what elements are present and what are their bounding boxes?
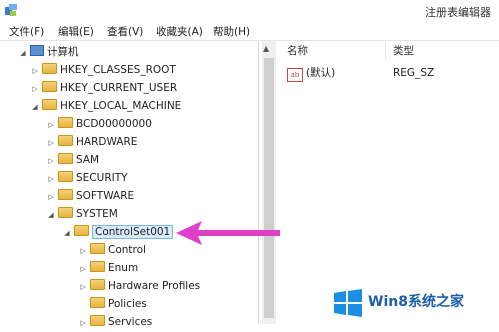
- tree-item-label: SOFTWARE: [76, 190, 135, 202]
- menu-help[interactable]: 帮助(H): [213, 24, 250, 39]
- tree-item-label: SAM: [76, 154, 100, 166]
- tree-item-controlset001[interactable]: ◢ ControlSet001: [62, 223, 174, 242]
- scrollbar-thumb[interactable]: [264, 58, 274, 318]
- tree-item-label: 计算机: [47, 46, 79, 58]
- tree-item-software[interactable]: ▷ SOFTWARE: [46, 187, 134, 205]
- tree-item-label: HARDWARE: [76, 136, 138, 148]
- value-row[interactable]: ab (默认): [287, 64, 335, 82]
- tree-item-label-selected: ControlSet001: [92, 225, 174, 239]
- tree-item-hardware[interactable]: ▷ HARDWARE: [46, 133, 137, 151]
- collapse-icon[interactable]: ◢: [46, 206, 56, 224]
- reg-sz-icon: ab: [287, 68, 303, 82]
- expand-icon[interactable]: ▷: [46, 116, 56, 134]
- pointer-arrow-icon: [176, 221, 280, 245]
- collapse-icon[interactable]: ◢: [18, 44, 28, 62]
- folder-icon: [58, 207, 73, 218]
- folder-icon: [58, 189, 73, 200]
- column-header-type[interactable]: 类型: [393, 43, 414, 61]
- scroll-up-icon[interactable]: ▲: [263, 44, 269, 53]
- expand-icon[interactable]: ▷: [46, 170, 56, 188]
- folder-icon: [58, 117, 73, 128]
- tree-item-label: SECURITY: [76, 172, 128, 184]
- regedit-app-icon[interactable]: [4, 3, 18, 17]
- tree-item-system[interactable]: ◢ SYSTEM: [46, 205, 118, 223]
- folder-icon: [58, 153, 73, 164]
- menu-edit[interactable]: 编辑(E): [58, 24, 94, 39]
- tree-item-label: Services: [108, 316, 153, 328]
- column-header-name[interactable]: 名称: [287, 43, 308, 61]
- expand-icon[interactable]: ▷: [30, 62, 40, 80]
- tree-item-bcd00000000[interactable]: ▷ BCD00000000: [46, 115, 152, 133]
- tree-item-label: HKEY_LOCAL_MACHINE: [60, 100, 182, 112]
- collapse-icon[interactable]: ◢: [62, 224, 72, 242]
- tree-item-label: HKEY_CLASSES_ROOT: [60, 64, 176, 76]
- folder-icon: [90, 261, 105, 272]
- collapse-icon[interactable]: ◢: [30, 98, 40, 116]
- expand-icon[interactable]: ▷: [30, 80, 40, 98]
- tree-item-security[interactable]: ▷ SECURITY: [46, 169, 128, 187]
- menu-view[interactable]: 查看(V): [107, 24, 143, 39]
- tree-item-computer[interactable]: ◢ 计算机: [18, 43, 79, 61]
- value-name: (默认): [306, 67, 336, 79]
- tree-item-enum[interactable]: ▷ Enum: [78, 259, 138, 277]
- folder-icon: [42, 99, 57, 110]
- folder-icon: [90, 315, 105, 326]
- tree-item-policies[interactable]: Policies: [78, 295, 147, 313]
- expand-icon[interactable]: ▷: [78, 314, 88, 332]
- folder-icon: [42, 81, 57, 92]
- tree-item-label: HKEY_CURRENT_USER: [60, 82, 178, 94]
- computer-icon: [30, 45, 44, 56]
- folder-icon: [58, 171, 73, 182]
- watermark-text: Win8系统之家: [368, 294, 464, 310]
- tree-item-label: SYSTEM: [76, 208, 118, 220]
- value-type-cell: REG_SZ: [393, 64, 434, 82]
- values-list[interactable]: [278, 41, 499, 324]
- tree-item-control[interactable]: ▷ Control: [78, 241, 146, 259]
- column-divider[interactable]: [385, 42, 386, 60]
- folder-icon: [42, 63, 57, 74]
- title-bar: 注册表编辑器: [0, 0, 499, 22]
- watermark-logo: Win8系统之家: [328, 285, 499, 324]
- expand-icon[interactable]: ▷: [78, 242, 88, 260]
- tree-item-label: BCD00000000: [76, 118, 152, 130]
- menu-bar: 文件(F) 编辑(E) 查看(V) 收藏夹(A) 帮助(H): [0, 22, 499, 41]
- value-type: REG_SZ: [393, 67, 435, 79]
- tree-item-sam[interactable]: ▷ SAM: [46, 151, 99, 169]
- tree-item-label: Hardware Profiles: [108, 280, 201, 292]
- window-title: 注册表编辑器: [425, 6, 491, 19]
- folder-icon: [90, 243, 105, 254]
- tree-item-label: Enum: [108, 262, 139, 274]
- expand-icon[interactable]: ▷: [46, 152, 56, 170]
- folder-icon: [74, 225, 89, 236]
- expand-icon[interactable]: ▷: [78, 278, 88, 296]
- windows-logo-icon: [334, 289, 362, 317]
- expand-icon[interactable]: ▷: [46, 188, 56, 206]
- tree-item-services[interactable]: ▷ Services: [78, 313, 152, 331]
- expand-icon[interactable]: ▷: [46, 134, 56, 152]
- folder-icon: [90, 279, 105, 290]
- tree-item-label: Policies: [108, 298, 147, 310]
- tree-item-hkey-current-user[interactable]: ▷ HKEY_CURRENT_USER: [30, 79, 177, 97]
- folder-icon: [90, 297, 105, 308]
- tree-item-hardware-profiles[interactable]: ▷ Hardware Profiles: [78, 277, 200, 295]
- tree-item-label: Control: [108, 244, 146, 256]
- menu-favorites[interactable]: 收藏夹(A): [156, 24, 203, 39]
- expand-icon[interactable]: ▷: [78, 260, 88, 278]
- tree-item-hkey-classes-root[interactable]: ▷ HKEY_CLASSES_ROOT: [30, 61, 176, 79]
- menu-file[interactable]: 文件(F): [9, 24, 44, 39]
- folder-icon: [58, 135, 73, 146]
- tree-item-hkey-local-machine[interactable]: ◢ HKEY_LOCAL_MACHINE: [30, 97, 181, 115]
